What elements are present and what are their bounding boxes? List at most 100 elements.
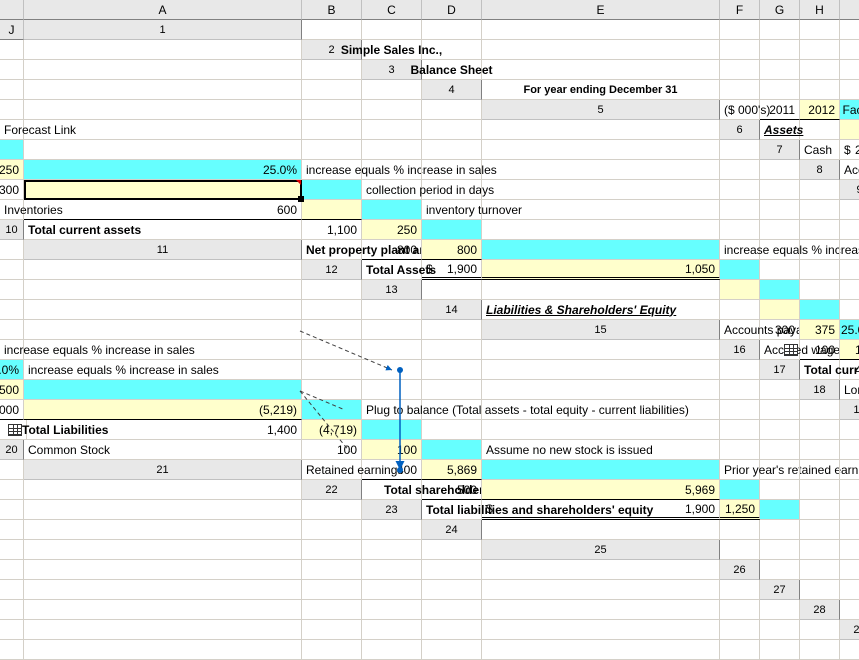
cell[interactable]: [760, 400, 800, 420]
cell[interactable]: [24, 300, 302, 320]
cell[interactable]: [24, 560, 302, 580]
cell[interactable]: [24, 60, 302, 80]
cell[interactable]: [720, 160, 760, 180]
cell[interactable]: [482, 520, 720, 540]
cell[interactable]: [800, 260, 840, 280]
cell[interactable]: [720, 280, 760, 300]
cell[interactable]: [362, 380, 422, 400]
cell[interactable]: [422, 40, 482, 60]
cell[interactable]: [840, 300, 859, 320]
cell[interactable]: [482, 640, 720, 660]
cell[interactable]: [720, 380, 760, 400]
cell[interactable]: [800, 580, 840, 600]
cell[interactable]: [302, 520, 362, 540]
re-2011[interactable]: 400: [362, 460, 422, 480]
cell[interactable]: [840, 460, 859, 480]
cash-2011[interactable]: $200: [840, 140, 859, 160]
cell[interactable]: [840, 80, 859, 100]
cell[interactable]: [482, 360, 720, 380]
cell[interactable]: [840, 420, 859, 440]
cell[interactable]: [302, 320, 362, 340]
cell[interactable]: [422, 560, 482, 580]
cell[interactable]: [362, 20, 422, 40]
cell[interactable]: [302, 380, 362, 400]
cell[interactable]: [0, 80, 24, 100]
ppe-note[interactable]: increase equals % increase in sales: [720, 240, 760, 260]
cell[interactable]: [482, 420, 720, 440]
cell[interactable]: [362, 360, 422, 380]
inv-label[interactable]: Inventories: [0, 200, 24, 220]
cell[interactable]: [24, 620, 302, 640]
cell[interactable]: [800, 40, 840, 60]
cash-factor[interactable]: 25.0%: [24, 160, 302, 180]
cell[interactable]: [760, 280, 800, 300]
cell[interactable]: [422, 100, 482, 120]
cell[interactable]: [362, 420, 422, 440]
cell[interactable]: [720, 580, 760, 600]
cell[interactable]: [302, 500, 362, 520]
tse-2012[interactable]: 5,969: [482, 480, 720, 500]
cell[interactable]: [720, 20, 760, 40]
col-header-E[interactable]: E: [482, 0, 720, 20]
cell[interactable]: [760, 300, 800, 320]
cell[interactable]: [24, 540, 302, 560]
cell[interactable]: [720, 180, 760, 200]
ltd-label[interactable]: Long term debt: [840, 380, 859, 400]
cell[interactable]: [840, 240, 859, 260]
aw-2012[interactable]: 125: [840, 340, 859, 360]
cell[interactable]: [720, 60, 760, 80]
cell[interactable]: [302, 360, 362, 380]
cell[interactable]: [422, 600, 482, 620]
cell[interactable]: [800, 200, 840, 220]
cell[interactable]: [800, 280, 840, 300]
tca-2012[interactable]: 250: [362, 220, 422, 240]
cell[interactable]: [302, 560, 362, 580]
cell[interactable]: [362, 580, 422, 600]
cell[interactable]: [482, 200, 720, 220]
tcl-2012[interactable]: 500: [0, 380, 24, 400]
cell[interactable]: [840, 600, 859, 620]
sheet-title[interactable]: Balance Sheet: [422, 60, 482, 80]
cell[interactable]: [482, 220, 720, 240]
ta-2011[interactable]: $1,900: [422, 260, 482, 280]
cell[interactable]: [482, 140, 720, 160]
col-header-G[interactable]: G: [760, 0, 800, 20]
cell[interactable]: [760, 560, 800, 580]
cell[interactable]: [0, 480, 24, 500]
cell[interactable]: [760, 500, 800, 520]
year-2011[interactable]: 2011: [760, 100, 800, 120]
cell[interactable]: [422, 280, 482, 300]
cell[interactable]: [422, 540, 482, 560]
cell[interactable]: [0, 240, 24, 260]
tse-label[interactable]: Total shareholders' equity: [362, 480, 422, 500]
cell[interactable]: [840, 200, 859, 220]
row-header-7[interactable]: 7: [760, 140, 800, 160]
cell[interactable]: [720, 200, 760, 220]
cell[interactable]: [800, 400, 840, 420]
cell[interactable]: [0, 260, 24, 280]
tcl-label[interactable]: Total current liabilities: [800, 360, 840, 380]
cash-2012[interactable]: 250: [0, 160, 24, 180]
cell[interactable]: [482, 340, 720, 360]
cell[interactable]: [840, 220, 859, 240]
cell[interactable]: [302, 140, 362, 160]
cell[interactable]: [0, 100, 24, 120]
cell[interactable]: [422, 160, 482, 180]
cell[interactable]: [482, 240, 720, 260]
ap-2011[interactable]: 300: [760, 320, 800, 340]
cell[interactable]: [482, 40, 720, 60]
cell[interactable]: [0, 580, 24, 600]
cell[interactable]: [0, 40, 24, 60]
cell[interactable]: [0, 540, 24, 560]
cell[interactable]: [0, 460, 24, 480]
inv-2011[interactable]: 600: [24, 200, 302, 220]
cell[interactable]: [24, 580, 302, 600]
cell[interactable]: [302, 400, 362, 420]
row-header-22[interactable]: 22: [302, 480, 362, 500]
row-header-25[interactable]: 25: [482, 540, 720, 560]
row-header-26[interactable]: 26: [720, 560, 760, 580]
row-header-23[interactable]: 23: [362, 500, 422, 520]
cell[interactable]: [840, 560, 859, 580]
cell[interactable]: [800, 540, 840, 560]
cell[interactable]: [720, 440, 760, 460]
